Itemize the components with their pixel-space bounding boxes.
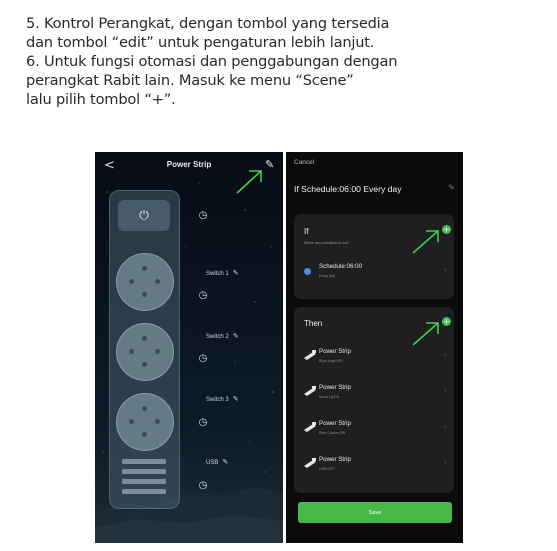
action-row[interactable]: Power Strip USB:OFF › [294,447,454,483]
timer-icon[interactable]: ◷ [196,209,210,223]
socket-3[interactable] [116,393,174,451]
action-name: Power Strip [319,384,351,391]
action-detail: Rice Cooker:ON [319,431,346,435]
socket-1[interactable] [116,253,174,311]
instruction-line: 5. Kontrol Perangkat, dengan tombol yang… [26,15,390,32]
chevron-right-icon: › [444,351,447,359]
socket-pin [142,362,147,367]
socket-pin [142,292,147,297]
annotation-arrow-icon [412,322,439,346]
timer-icon[interactable]: ◷ [196,352,210,366]
pencil-icon[interactable]: ✎ [233,270,239,277]
if-subtitle: When any condition is met [304,241,349,245]
switch-label: USB ✎ [206,458,228,466]
pencil-icon[interactable]: ✎ [448,183,455,192]
annotation-arrow-icon [236,170,262,194]
socket-pin [155,279,160,284]
switch-label: Switch 1 ✎ [206,269,239,277]
instruction-text: 5. Kontrol Perangkat, dengan tombol yang… [26,14,546,109]
action-detail: Mood Lg:ON [319,395,340,399]
save-button[interactable]: Save [298,502,452,523]
condition-row[interactable]: Schedule:06:00 Every day › [294,254,454,290]
power-strip-icon [304,386,316,396]
power-strip-graphic: ⏻ [109,190,180,509]
action-detail: USB:OFF [319,467,335,471]
action-name: Power Strip [319,420,351,427]
schedule-icon [304,268,311,275]
switch-name: Switch 3 [206,397,229,403]
instruction-line: lalu pilih tombol “+”. [26,91,176,108]
socket-pin [142,266,147,271]
condition-name: Schedule:06:00 [319,263,363,270]
switch-name: USB [206,460,219,466]
cancel-button[interactable]: Cancel [294,159,314,166]
master-power-button[interactable]: ⏻ [118,200,170,231]
socket-pin [155,349,160,354]
socket-pin [142,432,147,437]
condition-detail: Every day [319,274,335,278]
timer-icon[interactable]: ◷ [196,289,210,303]
chevron-right-icon: › [444,387,447,395]
usb-port [122,489,166,494]
power-icon: ⏻ [139,208,149,222]
scene-heading: If Schedule:06:00 Every day [294,184,402,194]
pencil-icon[interactable]: ✎ [222,459,228,466]
if-title: If [304,227,309,236]
action-name: Power Strip [319,348,351,355]
then-title: Then [304,319,323,328]
usb-port [122,469,166,474]
socket-pin [155,419,160,424]
usb-port [122,479,166,484]
switch-label: Switch 2 ✎ [206,332,239,340]
annotation-arrow-icon [412,230,439,254]
socket-pin [142,336,147,341]
chevron-right-icon: › [444,266,447,274]
socket-pin [129,349,134,354]
usb-port [122,459,166,464]
socket-pin [129,279,134,284]
timer-icon[interactable]: ◷ [196,479,210,493]
chevron-right-icon: › [444,423,447,431]
action-row[interactable]: Power Strip Rice Cooker:ON › [294,411,454,447]
switch-label: Switch 3 ✎ [206,395,239,403]
switch-name: Switch 1 [206,271,229,277]
switch-name: Switch 2 [206,334,229,340]
instruction-line: 6. Untuk fungsi otomasi dan penggabungan… [26,53,398,70]
action-name: Power Strip [319,456,351,463]
power-strip-screen: < Power Strip ✎ ⏻ ◷ Switch 1 ✎ ◷ Switch … [95,152,283,543]
scene-editor-screen: Cancel If Schedule:06:00 Every day ✎ If … [286,152,463,543]
action-detail: Bijou Angt:OFF [319,359,344,363]
action-row[interactable]: Power Strip Mood Lg:ON › [294,375,454,411]
instruction-line: perangkat Rabit lain. Masuk ke menu “Sce… [26,72,354,89]
instruction-line: dan tombol “edit” untuk pengaturan lebih… [26,34,375,51]
timer-icon[interactable]: ◷ [196,416,210,430]
socket-pin [142,406,147,411]
pencil-icon[interactable]: ✎ [233,396,239,403]
chevron-right-icon: › [444,459,447,467]
power-strip-icon [304,422,316,432]
socket-2[interactable] [116,323,174,381]
pencil-icon[interactable]: ✎ [265,158,274,171]
pencil-icon[interactable]: ✎ [233,333,239,340]
power-strip-icon [304,350,316,360]
socket-pin [129,419,134,424]
power-strip-icon [304,458,316,468]
